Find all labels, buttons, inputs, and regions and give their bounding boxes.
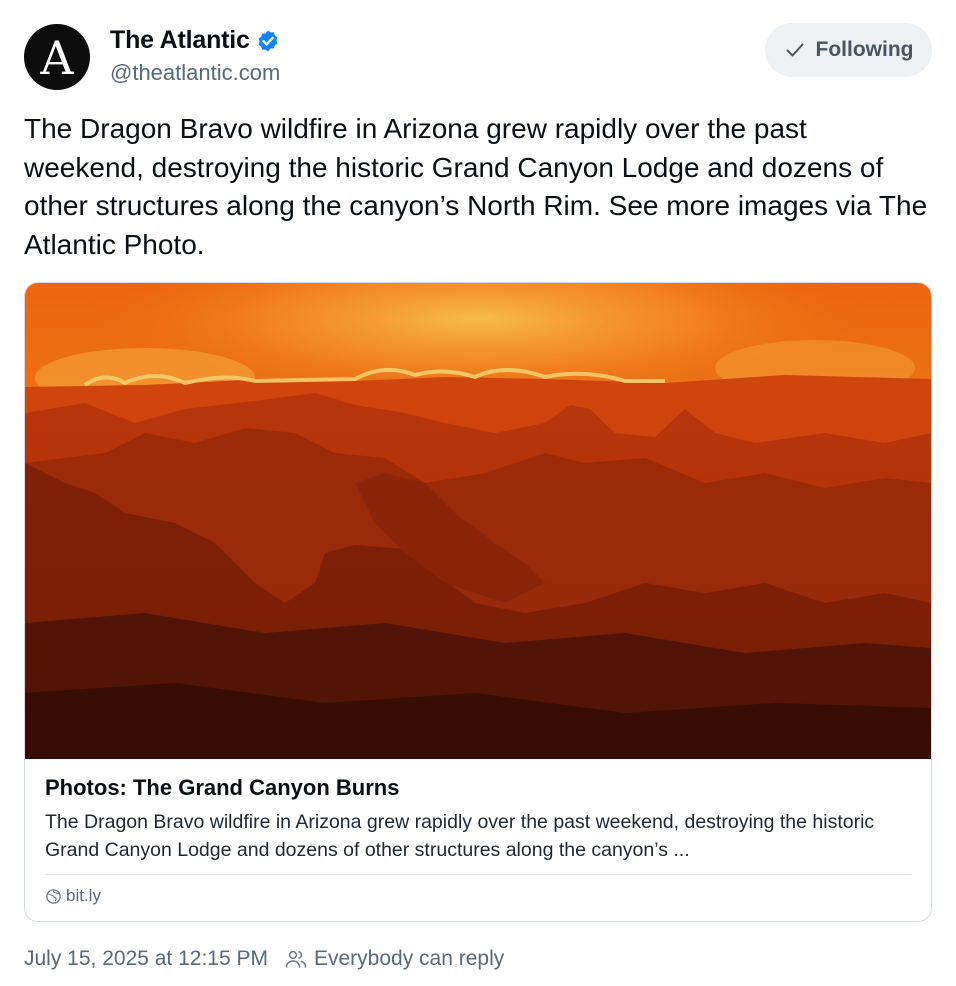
verified-badge-icon <box>258 30 278 51</box>
check-icon <box>786 43 803 57</box>
card-divider <box>45 874 911 875</box>
card-image[interactable] <box>25 283 931 759</box>
link-card[interactable]: Photos: The Grand Canyon Burns The Drago… <box>24 282 932 922</box>
post: A The Atlantic @theatlantic.com Followin… <box>0 0 956 986</box>
globe-icon <box>46 888 61 904</box>
author-name[interactable]: The Atlantic <box>110 26 250 55</box>
card-domain: bit.ly <box>66 886 101 905</box>
card-title[interactable]: Photos: The Grand Canyon Burns <box>45 775 399 801</box>
card-domain-row: bit.ly <box>45 886 101 906</box>
avatar[interactable]: A <box>24 24 90 90</box>
author-name-row: The Atlantic <box>110 26 280 55</box>
footer-row: July 15, 2025 at 12:15 PM Everybody can … <box>24 947 504 971</box>
post-text: The Dragon Bravo wildfire in Arizona gre… <box>24 113 928 260</box>
avatar-logo-letter: A <box>40 31 74 85</box>
reply-setting[interactable]: Everybody can reply <box>314 947 504 971</box>
card-description: The Dragon Bravo wildfire in Arizona gre… <box>45 811 875 861</box>
author-handle[interactable]: @theatlantic.com <box>110 60 280 86</box>
people-icon <box>285 950 307 968</box>
following-label: Following <box>815 38 914 61</box>
post-timestamp[interactable]: July 15, 2025 at 12:15 PM <box>24 947 268 971</box>
following-button[interactable]: Following <box>765 23 932 77</box>
